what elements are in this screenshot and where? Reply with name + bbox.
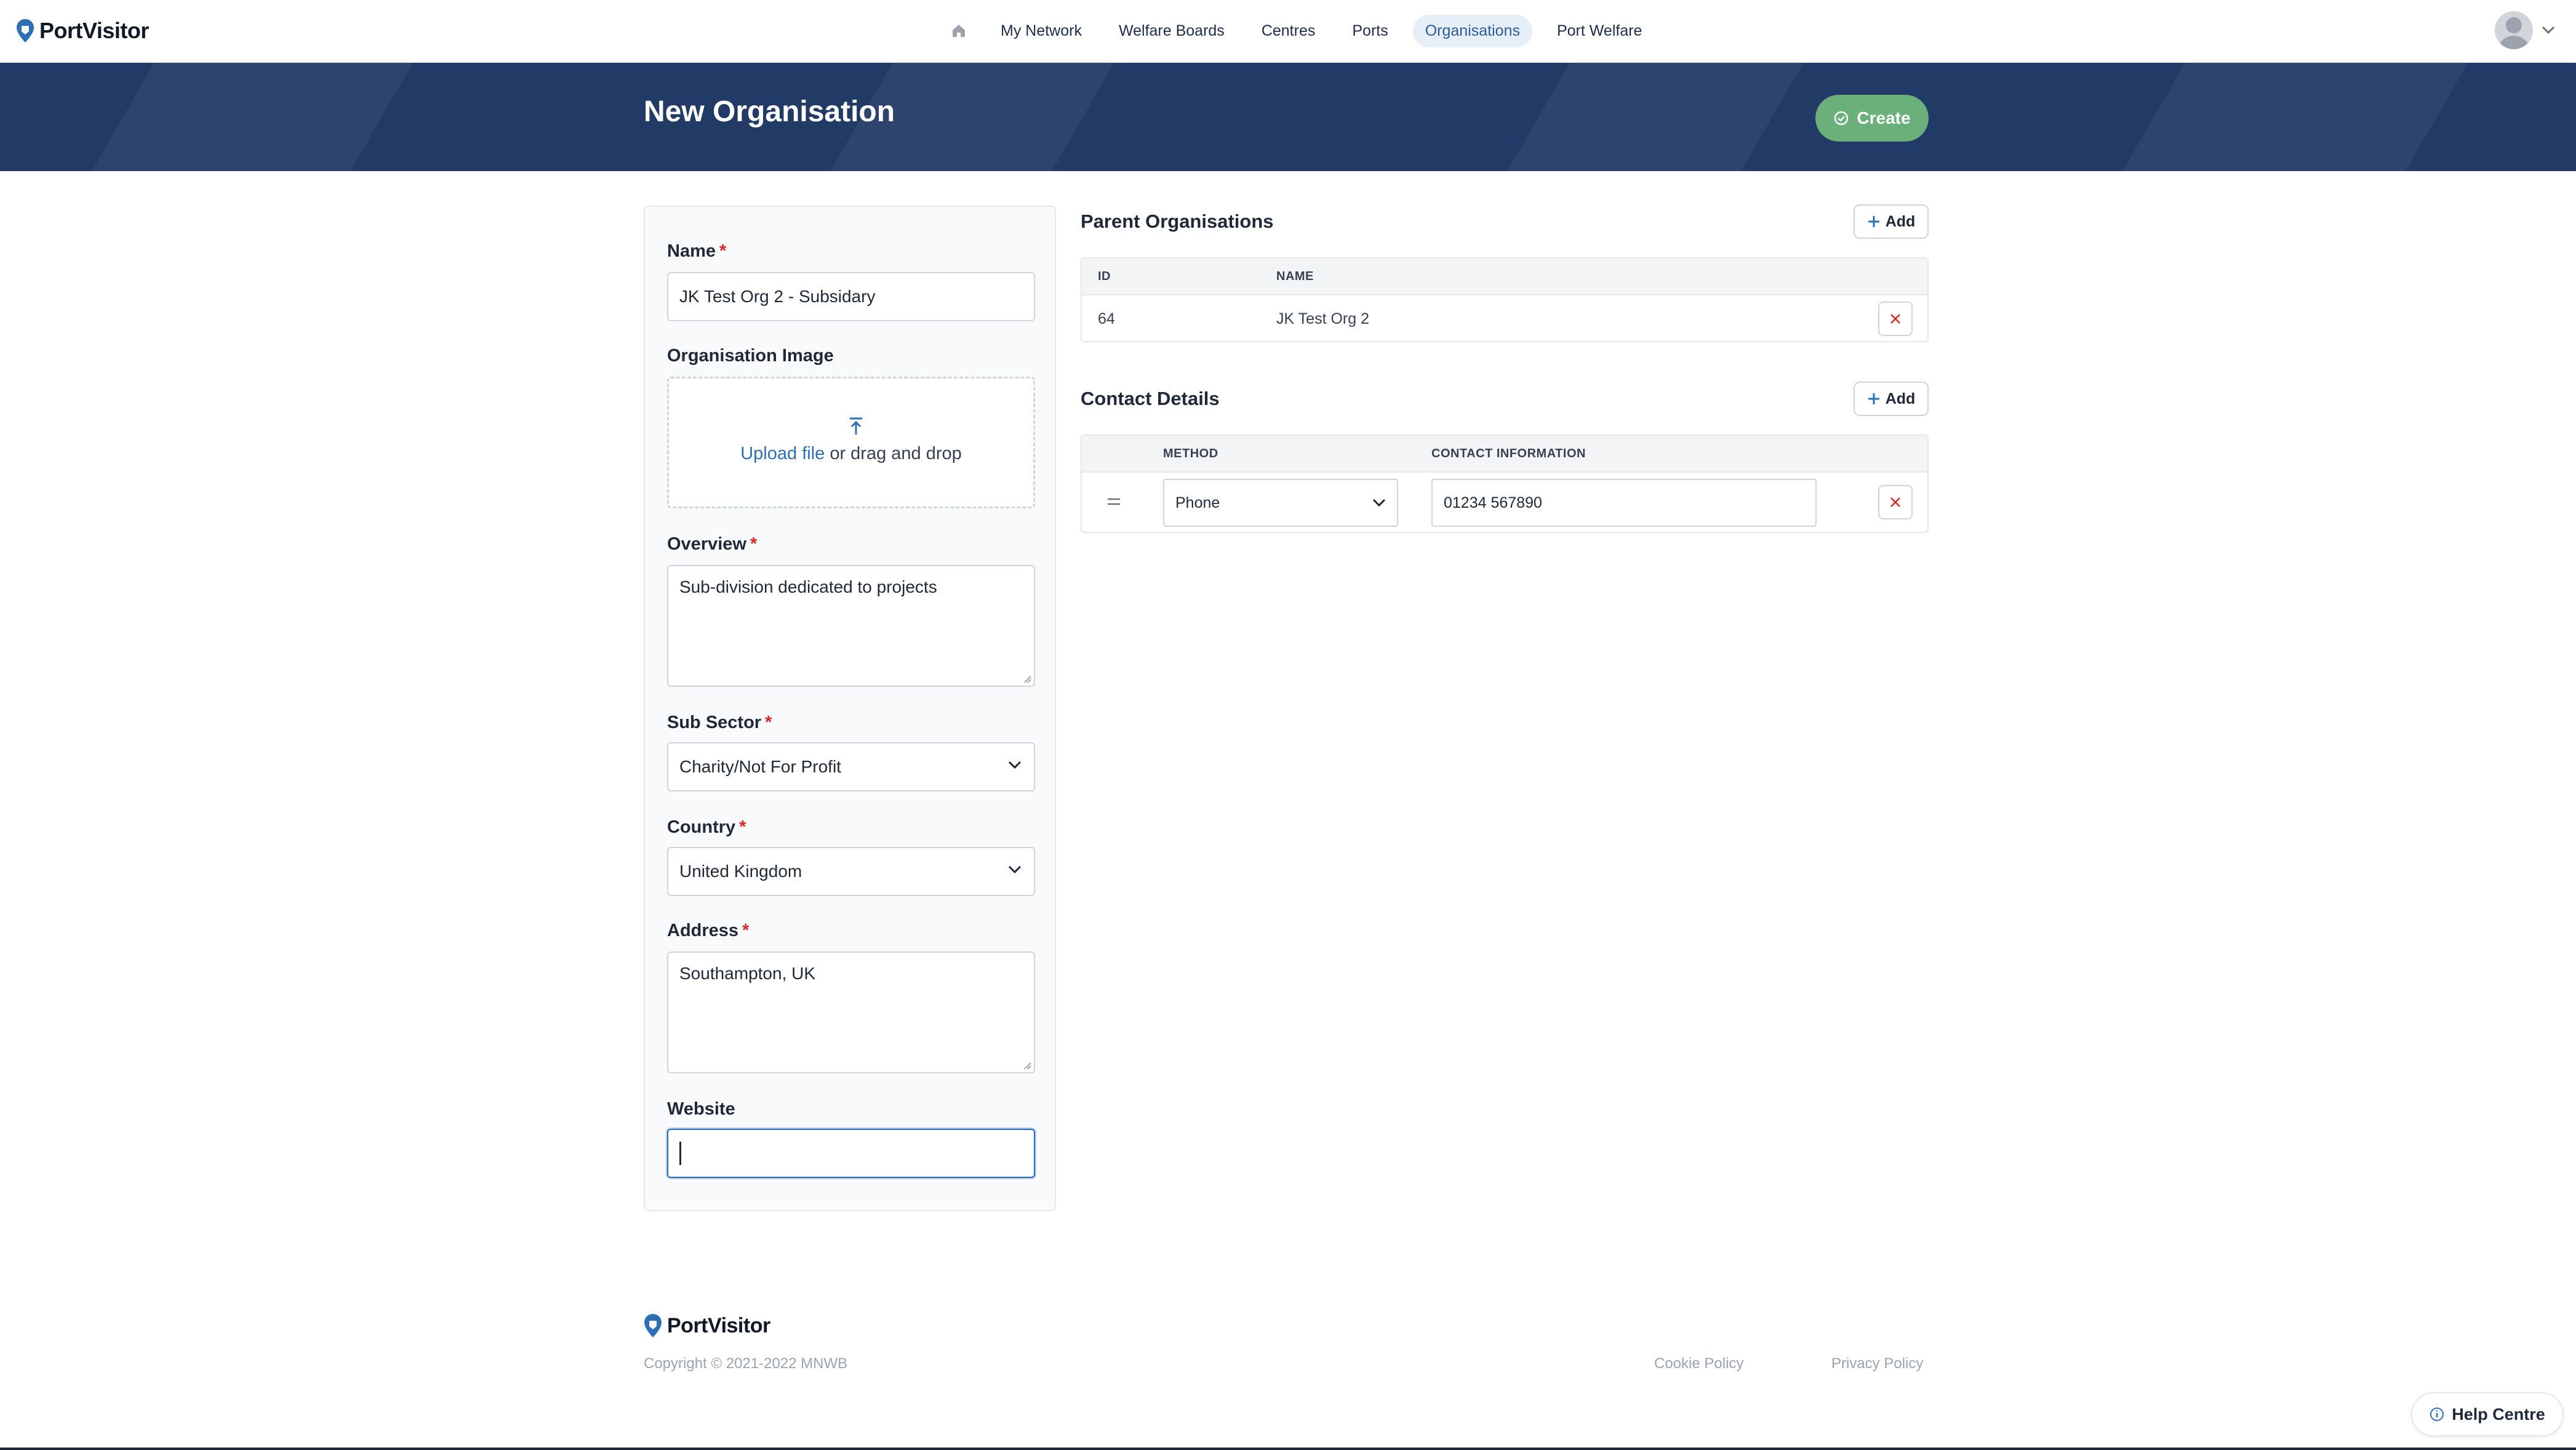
chevron-down-icon [1008, 761, 1022, 769]
close-icon [1890, 497, 1900, 507]
main-nav: My Network Welfare Boards Centres Ports … [942, 14, 1666, 48]
overview-label: Overview * [667, 534, 758, 554]
sub-sector-select[interactable]: Charity/Not For Profit [667, 742, 1035, 791]
name-input[interactable]: JK Test Org 2 - Subsidary [667, 272, 1035, 321]
footer-logo: PortVisitor [644, 1313, 770, 1338]
text-caret [679, 1142, 681, 1165]
close-icon [1890, 314, 1900, 324]
table-header: METHOD CONTACT INFORMATION [1082, 436, 1927, 471]
remove-parent-button[interactable] [1878, 302, 1913, 336]
contact-method-select[interactable]: Phone [1163, 479, 1398, 527]
parent-organisations-table: ID NAME 64 JK Test Org 2 [1081, 257, 1929, 342]
parent-organisations-title: Parent Organisations [1081, 210, 1274, 232]
chevron-down-icon[interactable] [2542, 26, 2555, 34]
cookie-policy-link[interactable]: Cookie Policy [1654, 1355, 1743, 1372]
add-contact-button[interactable]: Add [1854, 382, 1929, 416]
nav-my-network[interactable]: My Network [988, 15, 1094, 47]
upload-file-link[interactable]: Upload file [740, 444, 825, 463]
name-label: Name * [667, 241, 727, 261]
table-row: Phone 01234 567890 [1082, 471, 1927, 532]
create-button-label: Create [1857, 108, 1911, 127]
contact-details-table: METHOD CONTACT INFORMATION Phone 01234 5… [1081, 435, 1929, 533]
resize-handle-icon[interactable] [1023, 675, 1031, 683]
table-row: 64 JK Test Org 2 [1082, 294, 1927, 341]
nav-organisations[interactable]: Organisations [1412, 14, 1532, 47]
chevron-down-icon [1008, 865, 1022, 874]
overview-textarea[interactable]: Sub-division dedicated to projects [667, 565, 1035, 687]
resize-handle-icon[interactable] [1023, 1061, 1031, 1070]
website-input[interactable] [667, 1129, 1035, 1178]
help-centre-button[interactable]: Help Centre [2411, 1392, 2564, 1436]
chevron-down-icon [1372, 499, 1386, 507]
map-pin-icon [644, 1314, 662, 1337]
avatar[interactable] [2495, 11, 2533, 49]
contact-details-title: Contact Details [1081, 388, 1220, 409]
parent-id: 64 [1098, 310, 1115, 327]
app-logo[interactable]: PortVisitor [16, 16, 149, 46]
sub-sector-label: Sub Sector * [667, 713, 772, 732]
page-header: New Organisation Create [0, 63, 2576, 171]
nav-port-welfare[interactable]: Port Welfare [1545, 15, 1654, 47]
nav-ports[interactable]: Ports [1340, 15, 1400, 47]
address-label: Address * [667, 921, 750, 940]
address-textarea[interactable]: Southampton, UK [667, 951, 1035, 1073]
column-header-name: NAME [1276, 270, 1314, 283]
drag-handle-icon[interactable] [1106, 497, 1121, 506]
column-header-contact-information: CONTACT INFORMATION [1431, 447, 1586, 460]
image-dropzone[interactable]: Upload file or drag and drop [667, 377, 1035, 508]
parent-name: JK Test Org 2 [1276, 310, 1369, 327]
organisation-image-label: Organisation Image [667, 346, 834, 366]
check-circle-icon [1834, 111, 1849, 126]
home-icon[interactable] [942, 14, 976, 48]
website-label: Website [667, 1099, 735, 1119]
plus-icon [1868, 393, 1879, 404]
app-name: PortVisitor [39, 18, 149, 43]
info-icon [2430, 1408, 2444, 1421]
nav-centres[interactable]: Centres [1249, 15, 1328, 47]
page-title: New Organisation [644, 95, 895, 128]
copyright-text: Copyright © 2021-2022 MNWB [644, 1355, 848, 1372]
add-parent-button[interactable]: Add [1854, 204, 1929, 239]
window-bottom-edge [0, 1448, 2576, 1450]
plus-icon [1868, 216, 1879, 227]
column-header-method: METHOD [1163, 447, 1218, 460]
upload-icon [850, 417, 862, 435]
table-header: ID NAME [1082, 258, 1927, 294]
remove-contact-button[interactable] [1878, 485, 1913, 519]
user-menu[interactable] [2495, 9, 2555, 52]
country-label: Country * [667, 817, 746, 837]
top-navbar: PortVisitor My Network Welfare Boards Ce… [0, 0, 2576, 63]
create-button[interactable]: Create [1815, 95, 1929, 142]
column-header-id: ID [1098, 270, 1111, 283]
upload-instructions: Upload file or drag and drop [740, 444, 962, 463]
contact-information-input[interactable]: 01234 567890 [1431, 479, 1817, 527]
organisation-form: Name * JK Test Org 2 - Subsidary Organisa… [644, 206, 1056, 1211]
footer-app-name: PortVisitor [667, 1313, 770, 1337]
country-select[interactable]: United Kingdom [667, 847, 1035, 896]
privacy-policy-link[interactable]: Privacy Policy [1831, 1355, 1923, 1372]
map-pin-icon [17, 19, 34, 42]
nav-welfare-boards[interactable]: Welfare Boards [1106, 15, 1237, 47]
